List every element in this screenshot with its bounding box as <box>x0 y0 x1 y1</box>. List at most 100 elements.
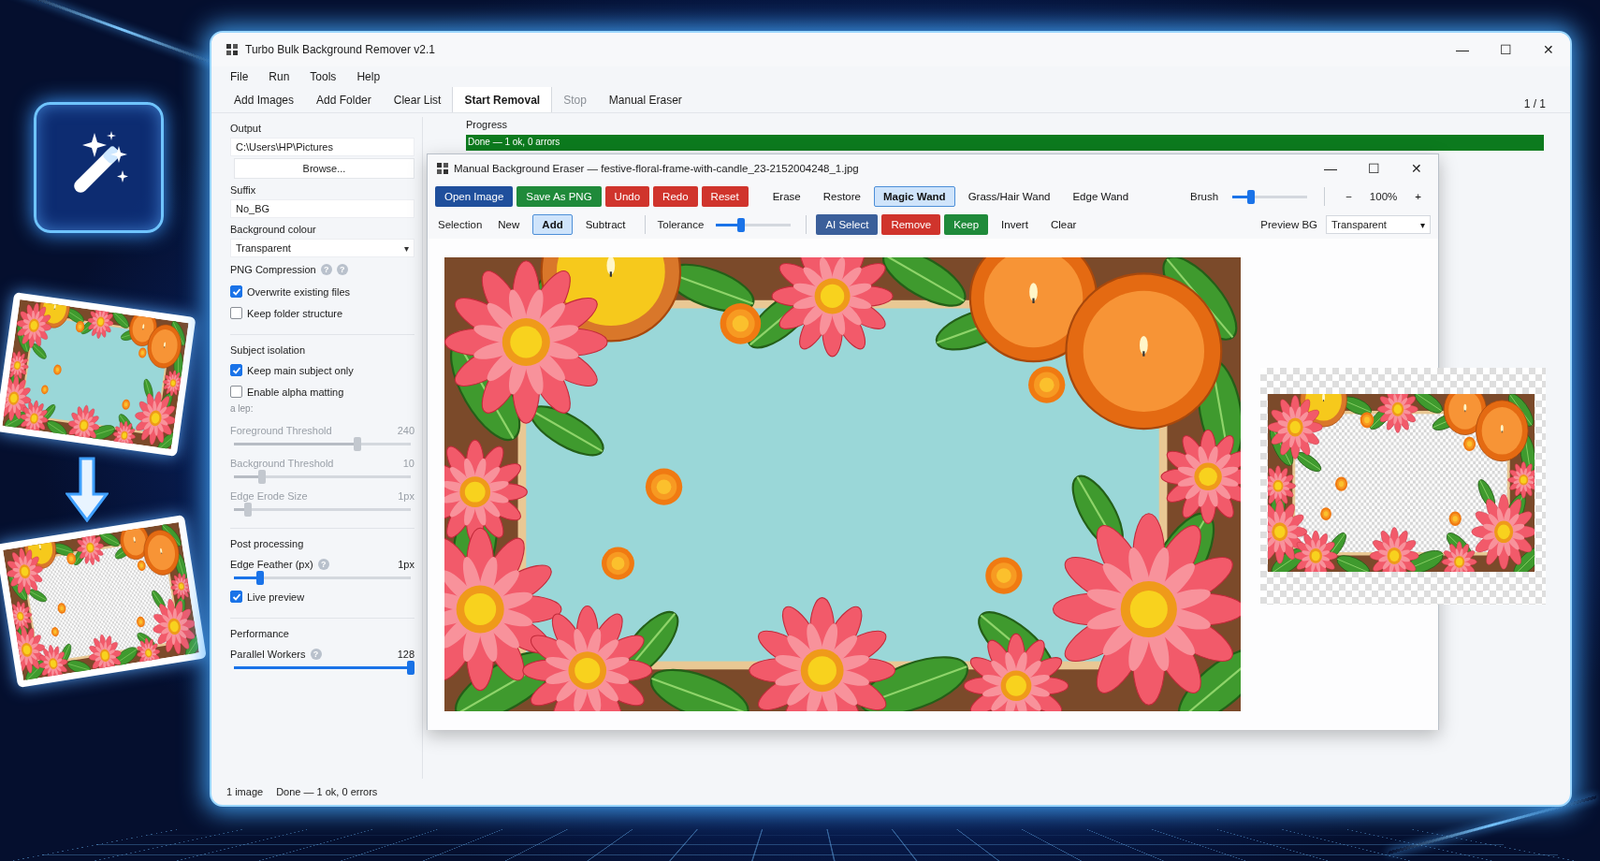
checkbox-row[interactable]: Live preview <box>230 586 415 607</box>
brush-slider[interactable] <box>1232 195 1308 199</box>
help-icon[interactable]: ? <box>318 558 330 570</box>
tool-button[interactable]: Edge Wand <box>1062 186 1138 207</box>
title-bar: Turbo Bulk Background Remover v2.1 —☐✕ <box>211 32 1571 67</box>
checkbox-label: Keep main subject only <box>247 364 354 377</box>
slider-label: Foreground Threshold <box>230 424 333 437</box>
slider-track[interactable] <box>233 666 411 670</box>
window-controls: —☐✕ <box>1440 38 1571 61</box>
progress-label: Progress <box>465 118 1544 132</box>
menu-item[interactable]: File <box>230 70 248 84</box>
slider-thumb[interactable] <box>256 570 264 585</box>
section-heading: Subject isolation <box>230 334 415 359</box>
action-button[interactable]: Remove <box>881 214 941 235</box>
checkbox[interactable] <box>230 385 243 398</box>
check-icon <box>232 287 242 297</box>
slider-reading: 1px <box>397 558 415 570</box>
checkbox-label: Enable alpha matting <box>247 386 344 398</box>
dropdown-arrow-icon: ▾ <box>404 243 409 254</box>
tool-button[interactable]: Restore <box>814 186 871 207</box>
help-icon[interactable]: ? <box>336 263 349 276</box>
slider-header: Foreground Threshold240 <box>230 422 415 437</box>
slider-label: Edge Erode Size <box>230 490 308 502</box>
zoom-out-button[interactable]: − <box>1336 186 1362 207</box>
minimize-button[interactable]: — <box>1440 38 1484 61</box>
checkbox[interactable] <box>230 590 243 603</box>
window-title: Turbo Bulk Background Remover v2.1 <box>245 43 436 57</box>
menu-item[interactable]: Run <box>268 70 290 84</box>
checkbox-row[interactable]: Overwrite existing files <box>230 281 415 302</box>
tool-row: Open ImageSave As PNGUndoRedoReset EraseR… <box>427 182 1439 211</box>
tool-button[interactable]: Save As PNG <box>516 186 601 207</box>
window-controls: —☐✕ <box>1309 157 1439 180</box>
slider-track <box>233 475 411 479</box>
magic-wand-icon <box>33 101 164 233</box>
slider-track <box>233 508 411 511</box>
close-button[interactable]: ✕ <box>1527 38 1571 61</box>
tolerance-label: Tolerance <box>654 218 708 231</box>
tool-button[interactable]: Reset <box>701 186 749 207</box>
floral-image <box>1 299 189 450</box>
slider-label: Background Threshold <box>230 457 334 469</box>
slider-track <box>233 442 411 446</box>
brush-controls: Brush−100%+ <box>1187 186 1431 207</box>
menu-item[interactable]: Help <box>356 70 380 84</box>
maximize-button[interactable]: ☐ <box>1483 38 1528 61</box>
help-icon[interactable]: ? <box>320 263 333 276</box>
checkbox[interactable] <box>230 363 243 377</box>
menu-item[interactable]: Tools <box>309 70 336 84</box>
tool-button[interactable]: Open Image <box>435 186 513 207</box>
action-button[interactable]: Keep <box>944 214 989 235</box>
maximize-button[interactable]: ☐ <box>1352 157 1396 180</box>
selection-mode-button[interactable]: New <box>488 214 529 235</box>
tool-button[interactable]: Magic Wand <box>873 186 956 207</box>
slider-thumb[interactable] <box>1247 189 1255 204</box>
slider-thumb <box>244 502 252 517</box>
note-text: a lep: <box>230 403 415 419</box>
selection-mode-button[interactable]: Subtract <box>576 214 636 235</box>
slider-header: Edge Feather (px)?1px <box>230 556 415 571</box>
tool-button[interactable]: Erase <box>763 186 811 207</box>
text-field[interactable]: C:\Users\HP\Pictures <box>230 137 415 157</box>
setting-label-row: PNG Compression?? <box>230 259 415 280</box>
slider-thumb[interactable] <box>407 660 415 675</box>
section-heading: Performance <box>230 617 415 642</box>
edited-image[interactable] <box>444 257 1241 712</box>
status-count: 1 image <box>226 785 263 798</box>
browse-button[interactable]: Browse... <box>233 158 415 179</box>
toolbar-button[interactable]: Add Images <box>222 87 306 113</box>
preview-bg-label: Preview BG <box>1257 218 1321 231</box>
action-button[interactable]: AI Select <box>815 214 878 235</box>
toolbar-button[interactable]: Start Removal <box>451 87 553 113</box>
field-value: C:\Users\HP\Pictures <box>235 141 334 153</box>
preview-bg-dropdown[interactable]: Transparent▾ <box>1325 215 1431 234</box>
dropdown[interactable]: Transparent▾ <box>230 238 415 258</box>
slider-reading: 128 <box>397 648 415 660</box>
close-button[interactable]: ✕ <box>1395 157 1439 180</box>
checkbox[interactable] <box>230 285 243 298</box>
toolbar-button[interactable]: Add Folder <box>305 87 383 113</box>
slider-row: Foreground Threshold240 <box>230 420 415 451</box>
action-button[interactable]: Invert <box>991 214 1038 235</box>
slider-thumb[interactable] <box>737 218 745 233</box>
tolerance-slider[interactable] <box>715 223 791 227</box>
preview-image <box>1267 393 1535 572</box>
checkbox-row[interactable]: Enable alpha matting <box>230 381 415 402</box>
checkbox-row[interactable]: Keep main subject only <box>230 360 415 380</box>
tool-button[interactable]: Undo <box>605 186 651 207</box>
checkbox[interactable] <box>230 306 243 320</box>
minimize-button[interactable]: — <box>1309 157 1353 180</box>
selection-mode-button[interactable]: Add <box>532 214 572 235</box>
preview-bg-control: Preview BG Transparent▾ <box>1257 215 1431 234</box>
toolbar-button[interactable]: Clear List <box>382 87 453 113</box>
text-field[interactable]: No_BG <box>230 199 415 219</box>
slider-track[interactable] <box>233 576 411 580</box>
help-icon[interactable]: ? <box>310 648 322 660</box>
progress-fill <box>465 134 1544 151</box>
tool-button[interactable]: Grass/Hair Wand <box>959 186 1061 207</box>
checkbox-label: Overwrite existing files <box>247 286 350 298</box>
tool-button[interactable]: Redo <box>653 186 699 207</box>
checkbox-row[interactable]: Keep folder structure <box>230 303 415 323</box>
action-button[interactable]: Clear <box>1041 214 1086 235</box>
toolbar-button[interactable]: Manual Eraser <box>597 87 694 113</box>
zoom-in-button[interactable]: + <box>1405 186 1431 207</box>
